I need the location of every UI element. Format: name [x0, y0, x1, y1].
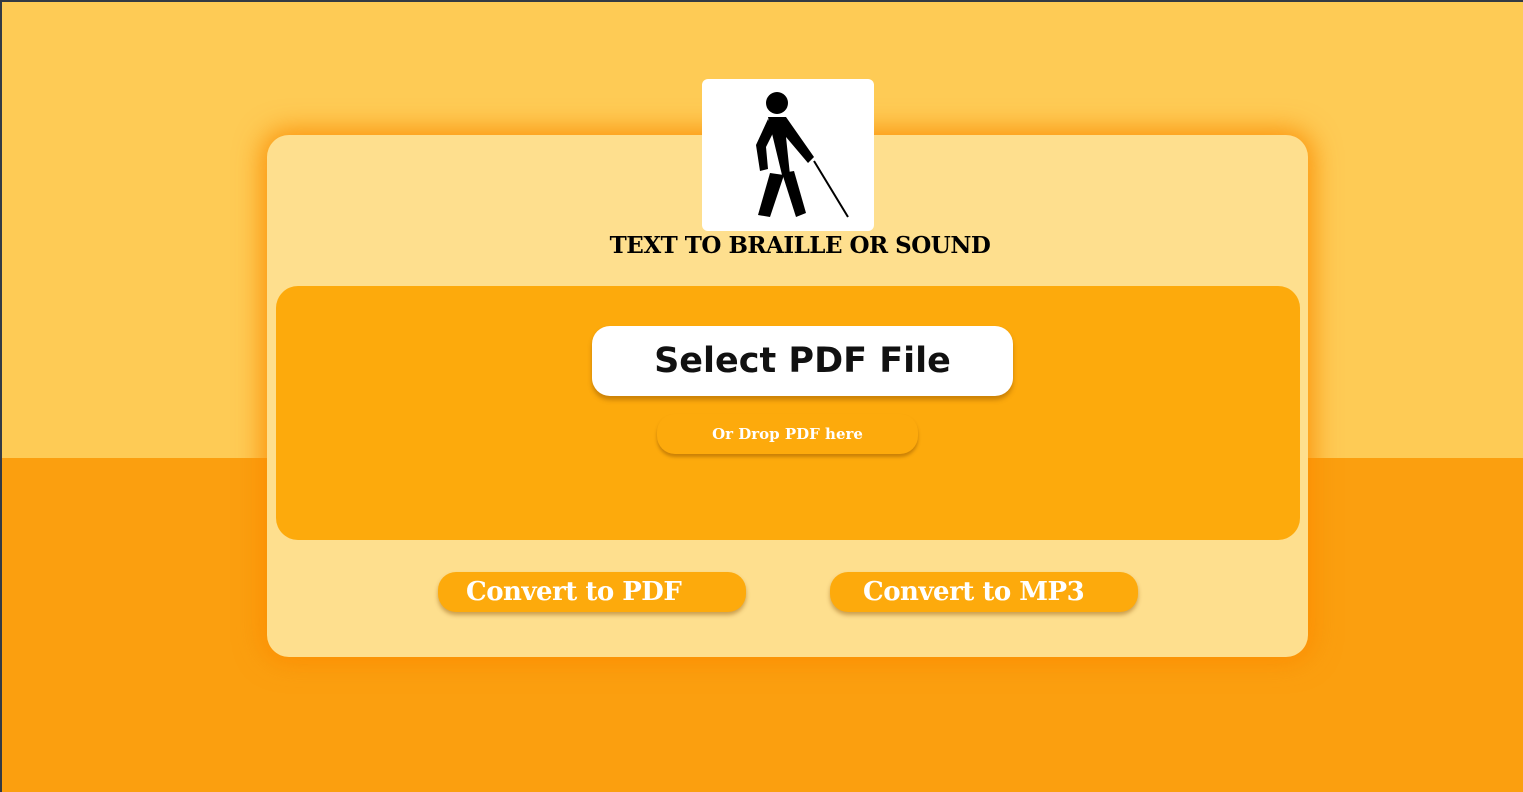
window-edge — [0, 458, 2, 792]
page-title: TEXT TO BRAILLE OR SOUND — [609, 232, 991, 259]
blind-person-with-cane-icon — [756, 92, 849, 218]
select-pdf-button[interactable]: Select PDF File — [592, 326, 1013, 396]
convert-to-pdf-button[interactable]: Convert to PDF — [438, 572, 746, 612]
logo — [702, 79, 874, 231]
pdf-drop-zone[interactable] — [276, 286, 1300, 540]
convert-to-mp3-button[interactable]: Convert to MP3 — [830, 572, 1138, 612]
drop-pdf-hint[interactable]: Or Drop PDF here — [657, 414, 918, 454]
